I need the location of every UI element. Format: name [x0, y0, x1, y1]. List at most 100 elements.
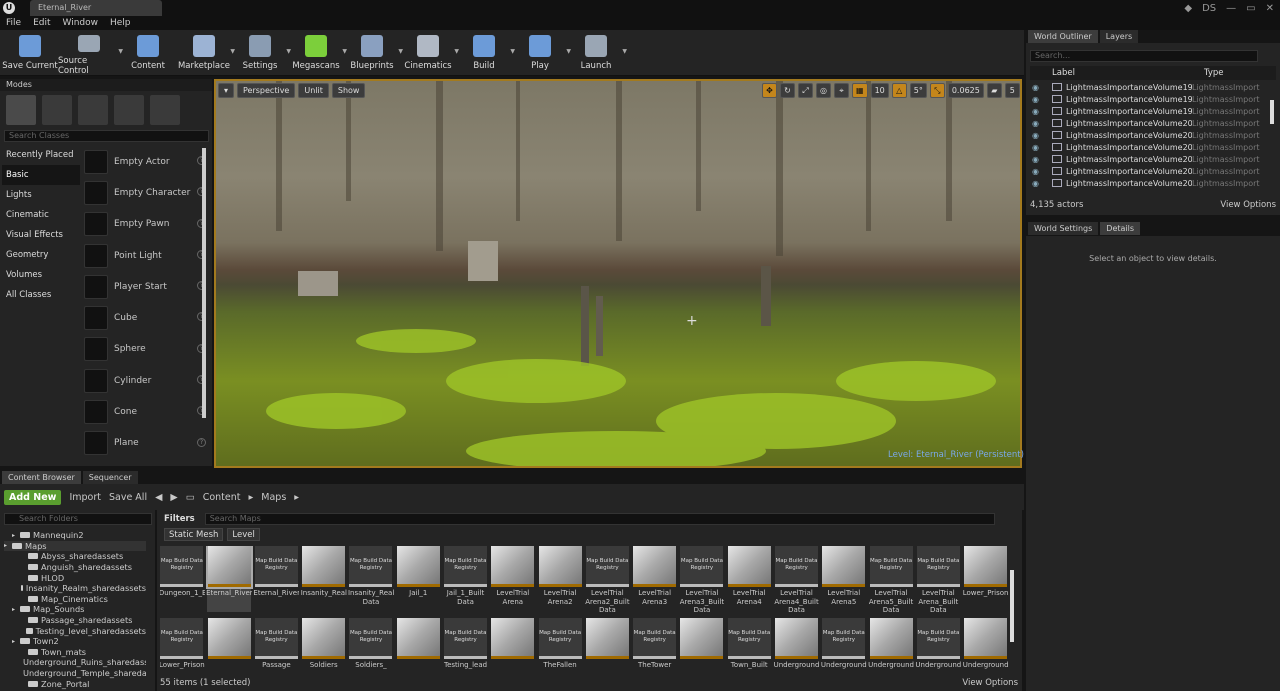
asset-tile[interactable]: Map Build Data Registry Town_Built — [727, 618, 771, 676]
camera-speed-icon[interactable]: ▰ — [986, 83, 1002, 98]
visibility-eye-icon[interactable]: ◉ — [1030, 95, 1052, 104]
filter-chip-static-mesh[interactable]: Static Mesh — [164, 528, 224, 541]
source-control-button[interactable]: Source Control ▼ — [58, 30, 123, 76]
asset-tile[interactable]: Map Build Data Registry Insanity_Realm_Bu… — [348, 546, 394, 612]
add-new-button[interactable]: Add New — [4, 489, 62, 505]
translate-icon[interactable]: ✥ — [762, 83, 777, 98]
asset-tile[interactable]: Insanity_Realm — [301, 546, 347, 612]
folder-item[interactable]: Testing_level_sharedassets — [4, 625, 146, 636]
modes-tab[interactable]: Modes — [0, 79, 212, 91]
asset-tile[interactable]: Soldiers — [302, 618, 346, 676]
world-space-icon[interactable]: ◎ — [816, 83, 831, 98]
folder-item[interactable]: ▸ Maps — [4, 540, 146, 552]
document-tab[interactable]: Eternal_River — [30, 0, 162, 16]
asset-tile[interactable]: Map Build Data Registry LevelTrial Arena2… — [585, 546, 630, 612]
outliner-search-input[interactable]: Search... — [1030, 50, 1258, 62]
tab-content-browser[interactable]: Content Browser — [2, 471, 81, 484]
items-scrollbar[interactable] — [202, 148, 206, 418]
back-icon[interactable]: ◀ — [155, 492, 162, 503]
asset-tile[interactable]: Underground — [868, 618, 914, 676]
asset-tile[interactable] — [491, 618, 535, 676]
expand-arrow-icon[interactable]: ▸ — [12, 606, 20, 613]
asset-tile[interactable]: Map Build Data Registry Testing_lead — [444, 618, 488, 676]
place-item-cylinder[interactable]: Cylinder? — [82, 365, 206, 396]
asset-search-input[interactable]: Search Maps — [204, 513, 995, 525]
rotation-snap-icon[interactable]: △ — [891, 83, 907, 98]
perspective-button[interactable]: Perspective — [237, 83, 296, 98]
settings-button[interactable]: Settings ▼ — [232, 30, 291, 76]
col-label-header[interactable]: Label — [1052, 68, 1204, 78]
asset-tile[interactable]: Map Build Data Registry Jail_1_Built Data — [444, 546, 488, 612]
asset-tile[interactable]: Map Build Data Registry LevelTrial Arena4… — [774, 546, 819, 612]
scale-snap-value[interactable]: 0.0625 — [947, 83, 984, 98]
category-lights[interactable]: Lights — [2, 185, 80, 205]
expand-arrow-icon[interactable]: ▸ — [12, 532, 20, 539]
tab-details[interactable]: Details — [1100, 222, 1141, 235]
menu-help[interactable]: Help — [110, 18, 131, 28]
scale-icon[interactable]: ⤢ — [798, 83, 813, 98]
category-volumes[interactable]: Volumes — [2, 265, 80, 285]
rotation-snap-value[interactable]: 5° — [909, 83, 927, 98]
asset-tile[interactable]: LevelTrial Arena3 — [633, 546, 677, 612]
place-item-cone[interactable]: Cone? — [82, 396, 206, 427]
outliner-row[interactable]: ◉ LightmassImportanceVolume198 LightmassIm… — [1030, 93, 1270, 105]
folder-item[interactable]: ▸ Town2 — [4, 636, 146, 647]
category-geometry[interactable]: Geometry — [2, 245, 80, 265]
asset-tile[interactable]: LevelTrial Arena — [491, 546, 535, 612]
place-mode-icon[interactable] — [6, 95, 36, 125]
rotate-icon[interactable]: ↻ — [780, 83, 795, 98]
asset-tile[interactable]: LevelTrial Arena5 — [822, 546, 866, 612]
category-recently-placed[interactable]: Recently Placed — [2, 145, 80, 165]
folder-item[interactable]: Zone_Portal — [4, 678, 146, 689]
folder-item[interactable]: ▸ Map_Sounds — [4, 604, 146, 615]
category-visual-effects[interactable]: Visual Effects — [2, 225, 80, 245]
place-item-sphere[interactable]: Sphere? — [82, 334, 206, 365]
asset-tile[interactable]: Jail_1 — [396, 546, 440, 612]
show-button[interactable]: Show — [331, 83, 366, 98]
visibility-eye-icon[interactable]: ◉ — [1030, 83, 1052, 92]
place-item-point-light[interactable]: Point Light? — [82, 240, 206, 271]
outliner-row[interactable]: ◉ LightmassImportanceVolume203 LightmassIm… — [1030, 153, 1270, 165]
outliner-row[interactable]: ◉ LightmassImportanceVolume205 LightmassIm… — [1030, 177, 1270, 189]
viewport-menu-button[interactable]: ▾ — [218, 83, 235, 98]
scale-snap-icon[interactable]: ⤡ — [929, 83, 945, 98]
asset-tile[interactable]: Map Build Data Registry Dungeon_1_BuiltDa… — [160, 546, 205, 612]
path-content[interactable]: Content — [203, 492, 241, 503]
place-item-empty-actor[interactable]: Empty Actor? — [82, 146, 206, 177]
asset-tile[interactable] — [396, 618, 440, 676]
asset-tile[interactable]: Map Build Data Registry LevelTrial Arena3… — [680, 546, 724, 612]
asset-tile[interactable] — [585, 618, 630, 676]
category-all-classes[interactable]: All Classes — [2, 285, 80, 305]
asset-tile[interactable]: Map Build Data Registry Underground — [915, 618, 961, 676]
expand-arrow-icon[interactable]: ▸ — [4, 542, 12, 549]
outliner-row[interactable]: ◉ LightmassImportanceVolume204 LightmassIm… — [1030, 165, 1270, 177]
category-basic[interactable]: Basic — [2, 165, 80, 185]
source-control-status-icon[interactable]: ◆ — [1184, 3, 1192, 14]
asset-tile[interactable]: Underground — [963, 618, 1009, 676]
place-item-empty-pawn[interactable]: Empty Pawn? — [82, 209, 206, 240]
tab-layers[interactable]: Layers — [1099, 30, 1139, 43]
path-maps[interactable]: Maps — [261, 492, 286, 503]
landscape-mode-icon[interactable] — [78, 95, 108, 125]
asset-tile[interactable]: Map Build Data Registry TheTower — [633, 618, 677, 676]
asset-tile[interactable]: Underground — [774, 618, 819, 676]
level-viewport[interactable]: + — [214, 79, 1022, 468]
folder-item[interactable]: Town_mats — [4, 647, 146, 658]
user-initials[interactable]: DS — [1202, 3, 1216, 14]
asset-tile[interactable]: Map Build Data Registry Lower_Prison — [160, 618, 205, 676]
camera-speed-value[interactable]: 5 — [1004, 83, 1020, 98]
folder-item[interactable]: Map_Cinematics — [4, 594, 146, 605]
col-type-header[interactable]: Type — [1204, 68, 1224, 78]
outliner-scrollbar[interactable] — [1270, 100, 1274, 124]
visibility-eye-icon[interactable]: ◉ — [1030, 131, 1052, 140]
expand-arrow-icon[interactable]: ▸ — [12, 638, 20, 645]
save-button[interactable]: Save Current — [2, 30, 58, 76]
visibility-eye-icon[interactable]: ◉ — [1030, 179, 1052, 188]
play-button[interactable]: Play ▼ — [512, 30, 571, 76]
asset-tile[interactable]: Lower_Prison — [963, 546, 1009, 612]
asset-tile[interactable] — [207, 618, 251, 676]
foliage-mode-icon[interactable] — [114, 95, 144, 125]
asset-scrollbar[interactable] — [1010, 570, 1014, 642]
search-classes-input[interactable]: Search Classes — [4, 130, 209, 142]
place-item-player-start[interactable]: Player Start? — [82, 271, 206, 302]
